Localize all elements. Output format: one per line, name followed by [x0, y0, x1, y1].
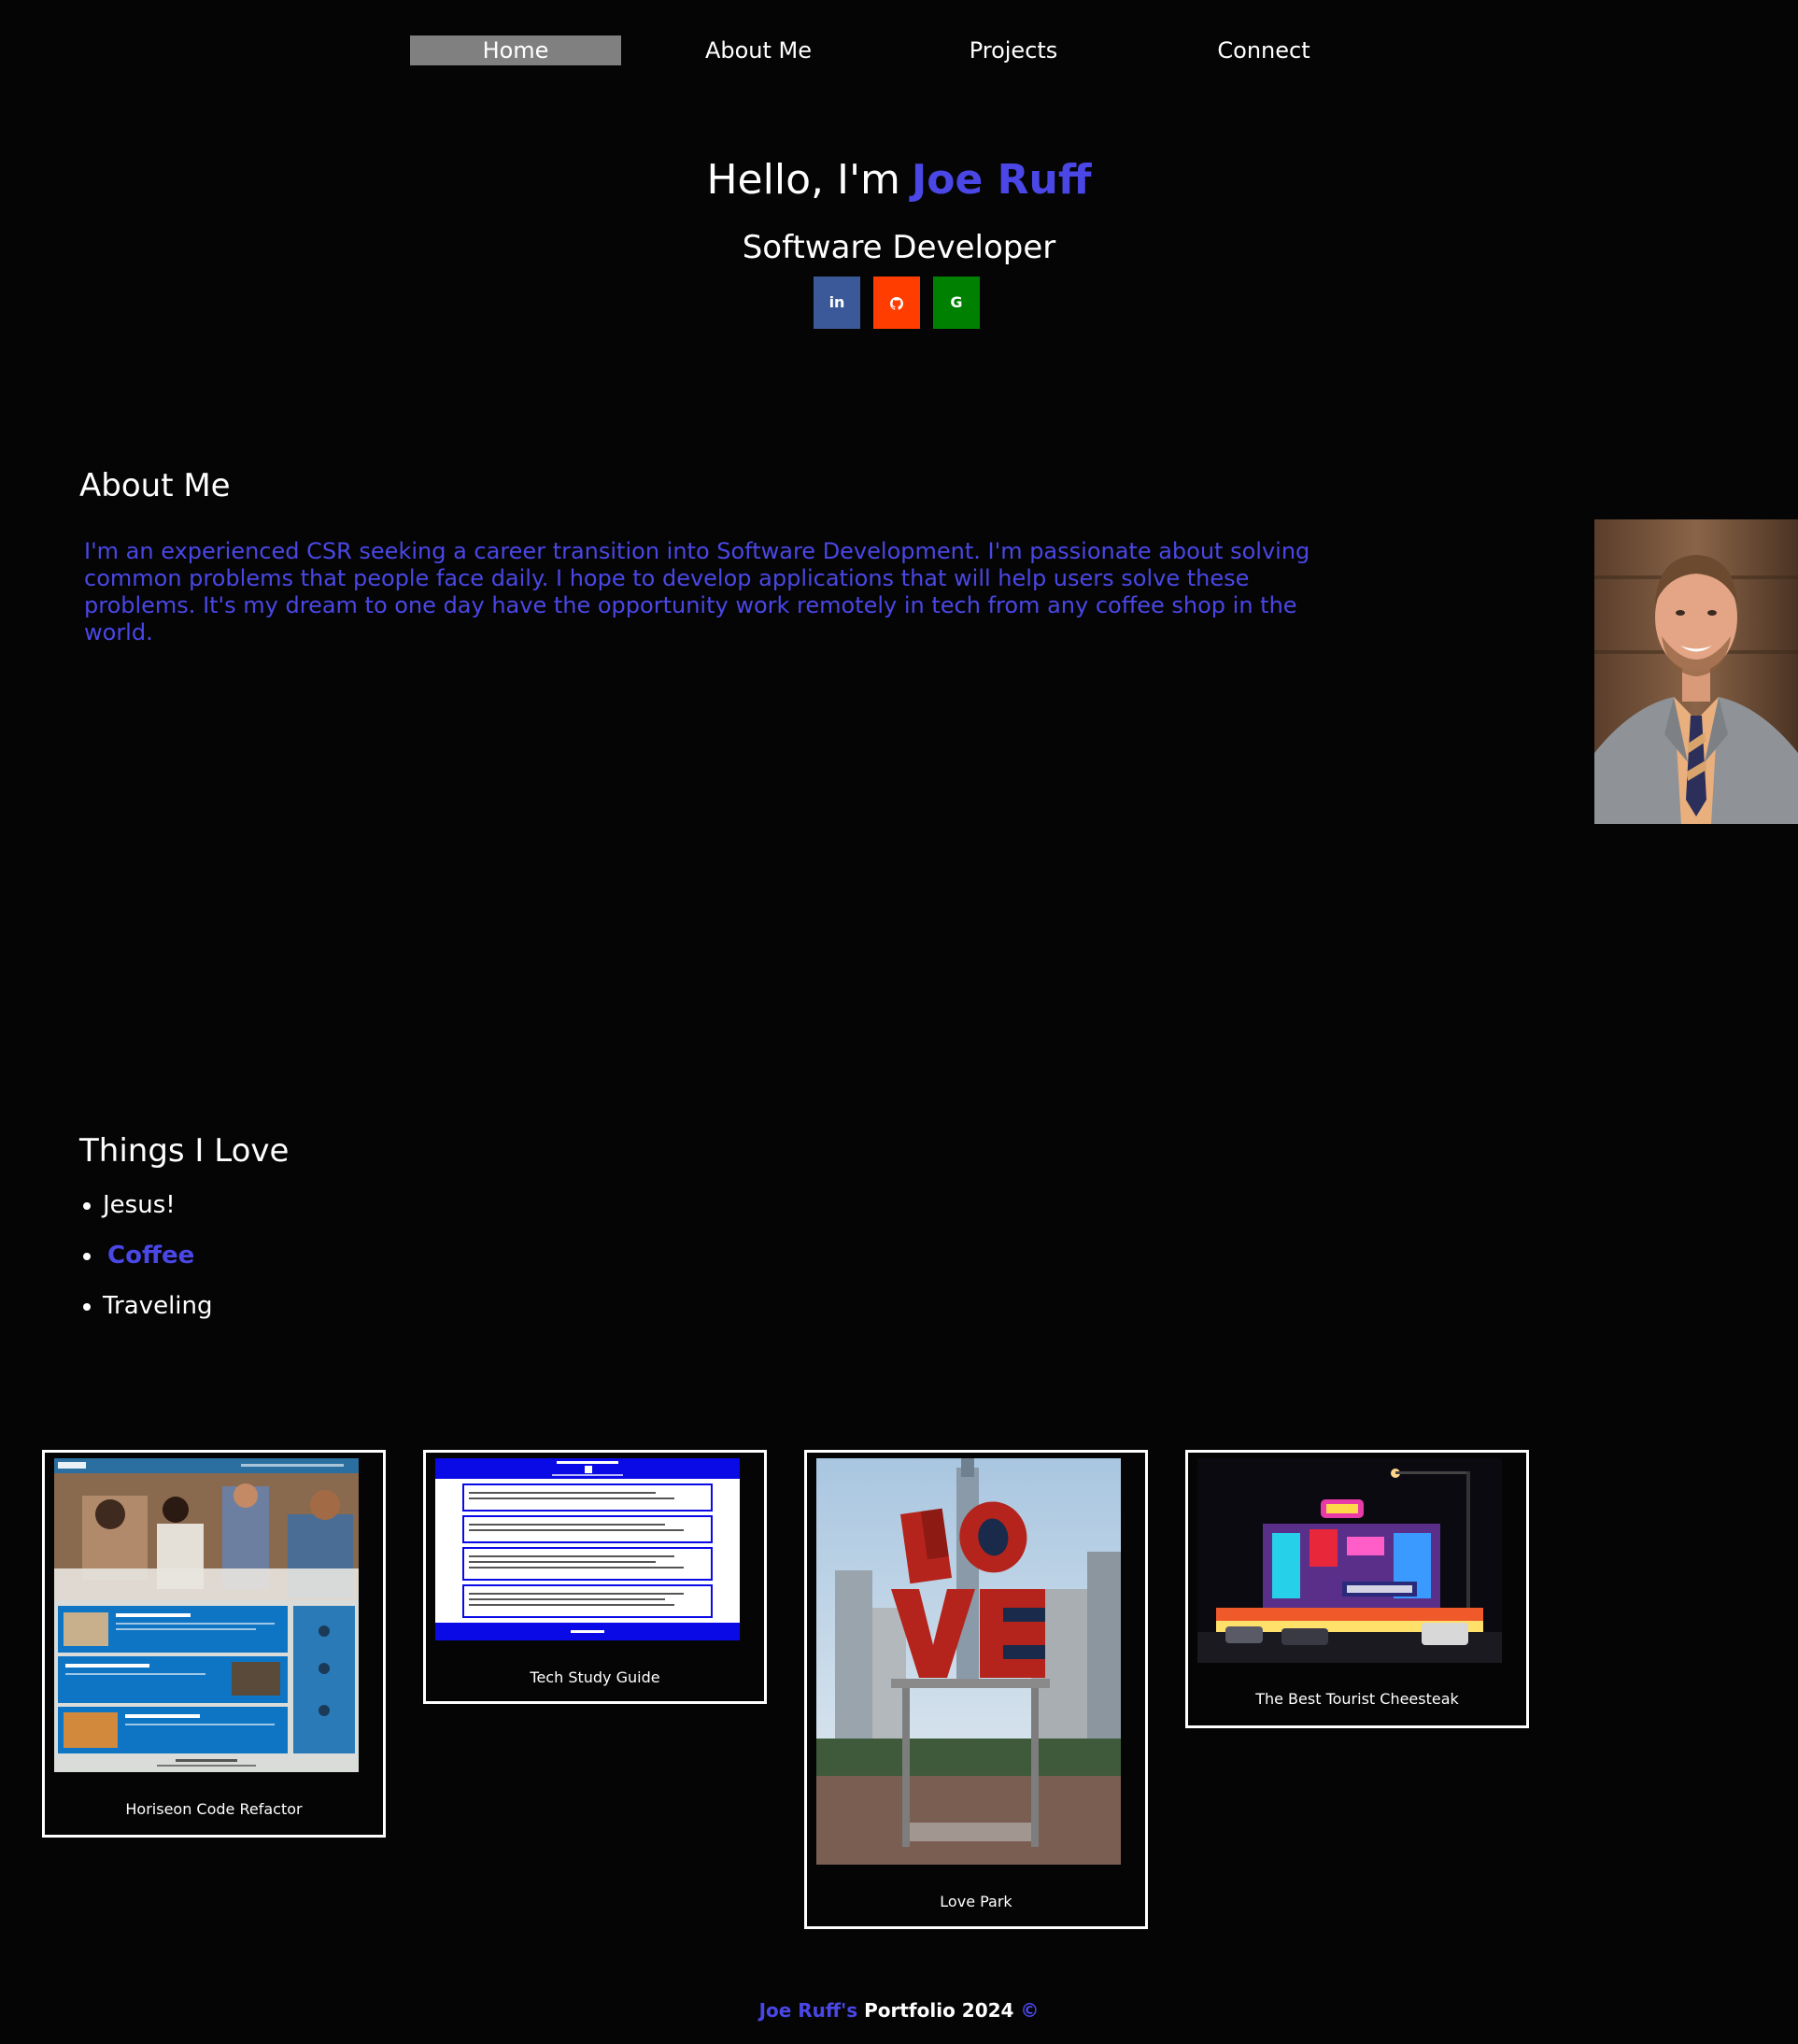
- project-card-cheesesteak[interactable]: The Best Tourist Cheesteak: [1185, 1450, 1529, 1728]
- cheesesteak-photo: [1197, 1458, 1502, 1663]
- nav-connect-link[interactable]: Connect: [1189, 35, 1338, 65]
- project-card-love-park[interactable]: Love Park: [804, 1450, 1148, 1929]
- nav-home-link[interactable]: Home: [410, 35, 621, 65]
- study-guide-screenshot: [435, 1458, 740, 1640]
- footer-text: Portfolio 2024: [864, 1999, 1014, 2022]
- google-button[interactable]: G: [933, 277, 980, 329]
- list-item: Traveling: [79, 1287, 213, 1338]
- hero-title: Hello, I'm Joe Ruff: [0, 152, 1798, 208]
- project-caption: The Best Tourist Cheesteak: [1255, 1690, 1459, 1708]
- nav-projects-link[interactable]: Projects: [939, 35, 1088, 65]
- github-button[interactable]: [873, 277, 920, 329]
- copyright-icon: ©: [1020, 1999, 1040, 2022]
- footer-name: Joe Ruff's: [758, 1999, 858, 2022]
- love-park-photo: [816, 1458, 1121, 1865]
- project-caption: Horiseon Code Refactor: [125, 1800, 303, 1818]
- main-nav: Home About Me Projects Connect: [0, 35, 1798, 65]
- linkedin-icon: in: [828, 293, 845, 311]
- github-icon: [890, 293, 904, 311]
- project-caption: Tech Study Guide: [530, 1668, 660, 1686]
- list-item: Coffee: [79, 1237, 213, 1287]
- hero-greeting: Hello, I'm: [706, 156, 900, 204]
- profile-photo: [1594, 519, 1798, 824]
- things-i-love-list: Jesus! Coffee Traveling: [79, 1186, 213, 1338]
- hero-name: Joe Ruff: [911, 156, 1092, 204]
- social-links: in G: [814, 277, 982, 329]
- footer: Joe Ruff's Portfolio 2024 ©: [0, 1999, 1798, 2022]
- google-icon: G: [950, 293, 963, 311]
- list-item: Jesus!: [79, 1186, 213, 1237]
- project-card-horiseon[interactable]: Horiseon Code Refactor: [42, 1450, 386, 1838]
- about-title: About Me: [79, 467, 231, 504]
- nav-about-link[interactable]: About Me: [684, 35, 833, 65]
- about-text: I'm an experienced CSR seeking a career …: [84, 538, 1310, 646]
- horiseon-screenshot: [54, 1458, 359, 1772]
- project-card-study-guide[interactable]: Tech Study Guide: [423, 1450, 767, 1704]
- linkedin-button[interactable]: in: [814, 277, 860, 329]
- hero-subtitle: Software Developer: [742, 229, 1056, 266]
- things-i-love-title: Things I Love: [79, 1132, 290, 1170]
- project-caption: Love Park: [940, 1893, 1012, 1910]
